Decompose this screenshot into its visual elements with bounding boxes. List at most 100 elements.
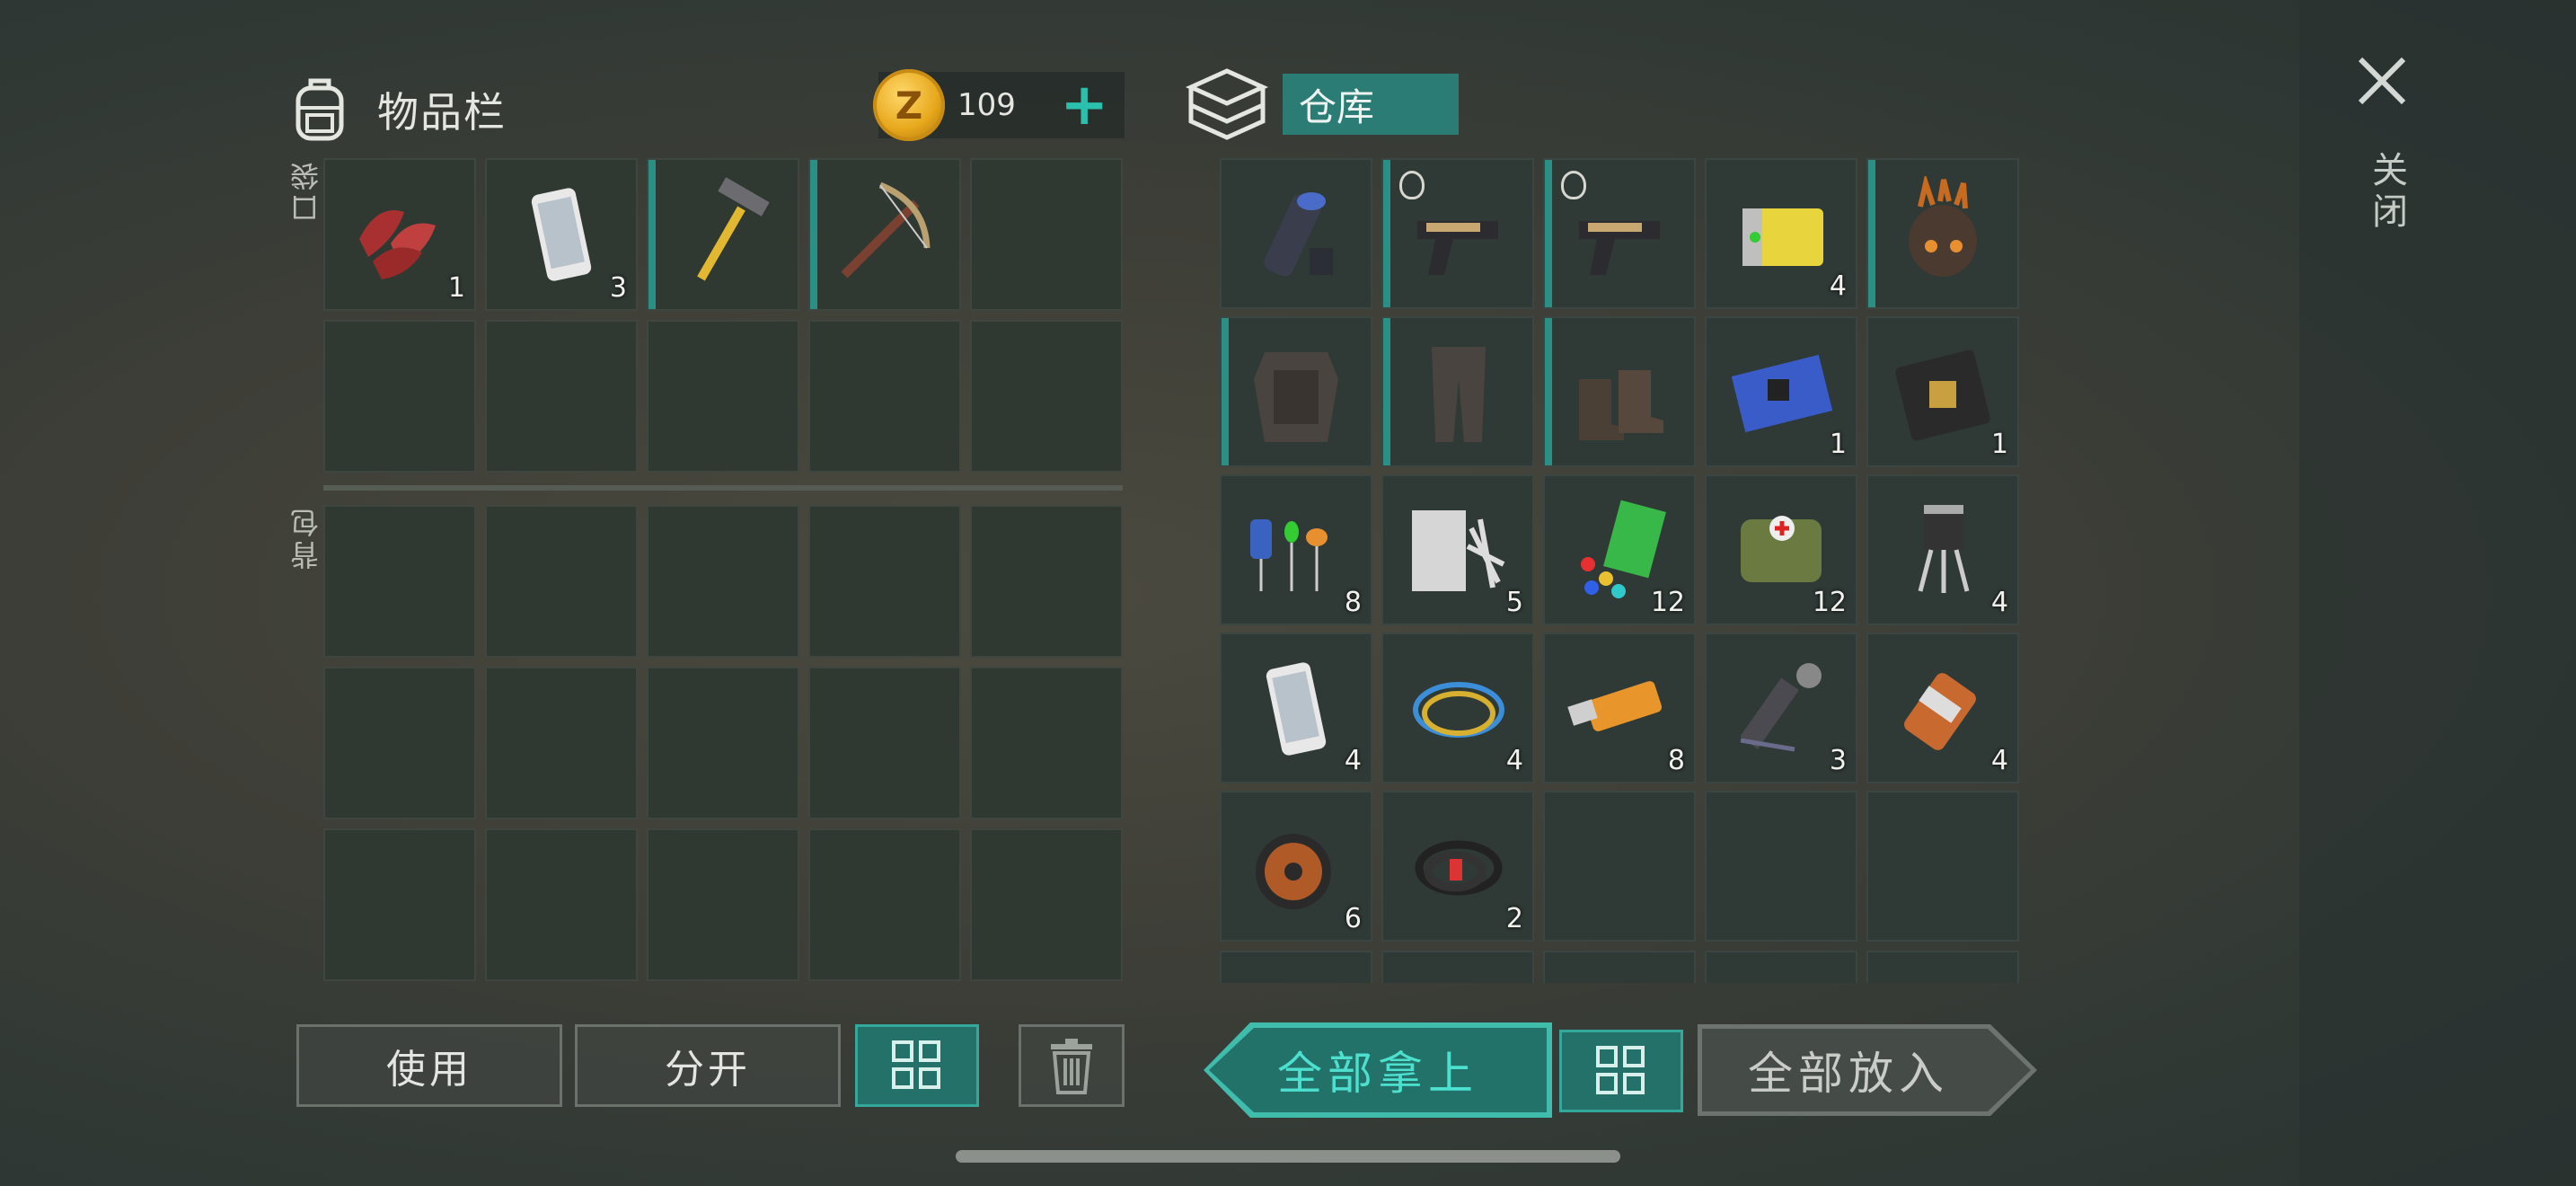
backpack-empty-slot[interactable] bbox=[323, 828, 476, 981]
section-divider bbox=[323, 485, 1123, 491]
item-quantity: 3 bbox=[1829, 745, 1847, 776]
pocket-empty-slot[interactable] bbox=[485, 320, 638, 473]
storage-slot-usb-drive[interactable]: 8 bbox=[1543, 633, 1696, 783]
backpack-empty-slot[interactable] bbox=[808, 828, 961, 981]
electric-motor-icon bbox=[1904, 673, 1976, 750]
backpack-grid bbox=[323, 505, 1123, 981]
use-button[interactable]: 使用 bbox=[296, 1024, 562, 1107]
storage-header: 仓库 bbox=[1184, 59, 1459, 149]
flashlight-icon bbox=[1264, 192, 1333, 277]
coin-balance: Z 109 + bbox=[873, 69, 1125, 141]
storage-slot-cable[interactable]: 2 bbox=[1381, 791, 1534, 942]
cloth-scraps-icon bbox=[1412, 510, 1505, 591]
smartphone-icon bbox=[531, 188, 592, 281]
storage-slot-first-aid-bag[interactable]: 12 bbox=[1705, 474, 1857, 625]
item-quantity: 12 bbox=[1812, 587, 1847, 618]
backpack-empty-slot[interactable] bbox=[808, 667, 961, 819]
pocket-empty-slot[interactable] bbox=[647, 320, 799, 473]
inventory-title: 物品栏 bbox=[377, 88, 507, 137]
storage-slot-battery[interactable]: 4 bbox=[1705, 158, 1857, 309]
backpack-empty-slot[interactable] bbox=[485, 505, 638, 658]
item-quantity: 4 bbox=[1990, 745, 2008, 776]
pocket-label: 口袋 bbox=[289, 158, 323, 223]
pocket-empty-slot[interactable] bbox=[323, 320, 476, 473]
item-quantity: 6 bbox=[1344, 903, 1362, 934]
storage-slot-flashlight[interactable] bbox=[1220, 158, 1372, 309]
usb-drive-icon bbox=[1567, 681, 1663, 731]
take-all-button[interactable]: 全部拿上 bbox=[1209, 1028, 1547, 1112]
storage-slot-circuit-board[interactable]: 1 bbox=[1705, 316, 1857, 467]
storage-slot-motor-tool[interactable]: 3 bbox=[1705, 633, 1857, 783]
pocket-empty-slot[interactable] bbox=[970, 320, 1123, 473]
pocket-slot-raw-meat[interactable]: 1 bbox=[323, 158, 476, 311]
battery-icon bbox=[1742, 208, 1823, 266]
raw-meat-icon bbox=[359, 210, 436, 279]
sort-storage-button[interactable] bbox=[1559, 1030, 1683, 1112]
pocket-empty-slot[interactable] bbox=[970, 158, 1123, 311]
smartphone-icon bbox=[1266, 662, 1327, 756]
coin-count: 109 bbox=[957, 87, 1016, 123]
pocket-slot-smartphone[interactable]: 3 bbox=[485, 158, 638, 311]
storage-slot-spiked-helmet[interactable] bbox=[1866, 158, 2019, 309]
home-indicator[interactable] bbox=[956, 1150, 1620, 1163]
storage-slot-capacitors[interactable]: 8 bbox=[1220, 474, 1372, 625]
storage-slot-smartphone[interactable]: 4 bbox=[1220, 633, 1372, 783]
storage-slot-pistol[interactable] bbox=[1381, 158, 1534, 309]
storage-box-icon bbox=[1185, 68, 1269, 140]
item-quantity: 4 bbox=[1829, 270, 1847, 302]
storage-next-row[interactable] bbox=[1220, 951, 2019, 983]
armor-vest-icon bbox=[1254, 352, 1338, 442]
storage-slot-controller-board[interactable]: 1 bbox=[1866, 316, 2019, 467]
storage-slot-armor-pants[interactable] bbox=[1381, 316, 1534, 467]
storage-slot-electric-motor[interactable]: 4 bbox=[1866, 633, 2019, 783]
storage-slot-pistol[interactable] bbox=[1543, 158, 1696, 309]
close-label[interactable]: 关闭 bbox=[2360, 151, 2413, 234]
sort-grid-icon bbox=[1596, 1046, 1645, 1094]
storage-slot-copper-coil[interactable]: 6 bbox=[1220, 791, 1372, 942]
backpack-empty-slot[interactable] bbox=[970, 505, 1123, 658]
storage-grid: 4 1 1 8 5 12 12 4 4 4 8 3 4 6 2 bbox=[1220, 158, 2019, 942]
backpack-empty-slot[interactable] bbox=[970, 828, 1123, 981]
add-coins-button[interactable]: + bbox=[1060, 76, 1108, 134]
spiked-helmet-icon bbox=[1909, 176, 1977, 277]
coin-icon: Z bbox=[873, 69, 945, 141]
trash-icon bbox=[1051, 1039, 1092, 1094]
backpack-empty-slot[interactable] bbox=[485, 828, 638, 981]
backpack-empty-slot[interactable] bbox=[323, 505, 476, 658]
item-quantity: 4 bbox=[1505, 745, 1523, 776]
hammer-icon bbox=[697, 177, 770, 281]
copper-coil-icon bbox=[1256, 834, 1331, 909]
split-button[interactable]: 分开 bbox=[575, 1024, 841, 1107]
pocket-grid: 13 bbox=[323, 158, 1123, 473]
pocket-slot-crossbow[interactable] bbox=[808, 158, 961, 311]
circuit-board-icon bbox=[1731, 354, 1833, 433]
item-quantity: 4 bbox=[1344, 745, 1362, 776]
put-all-button[interactable]: 全部放入 bbox=[1702, 1029, 2031, 1111]
backpack-empty-slot[interactable] bbox=[485, 667, 638, 819]
shield-lock-icon bbox=[1561, 171, 1586, 199]
backpack-empty-slot[interactable] bbox=[323, 667, 476, 819]
storage-slot-transistor[interactable]: 4 bbox=[1866, 474, 2019, 625]
storage-slot-armor-vest[interactable] bbox=[1220, 316, 1372, 467]
storage-slot-armor-boots[interactable] bbox=[1543, 316, 1696, 467]
backpack-empty-slot[interactable] bbox=[647, 667, 799, 819]
storage-slot-wires[interactable]: 4 bbox=[1381, 633, 1534, 783]
backpack-empty-slot[interactable] bbox=[647, 828, 799, 981]
backpack-empty-slot[interactable] bbox=[970, 667, 1123, 819]
trash-button[interactable] bbox=[1019, 1024, 1125, 1107]
backpack-empty-slot[interactable] bbox=[647, 505, 799, 658]
sort-inventory-button[interactable] bbox=[855, 1024, 979, 1107]
close-icon[interactable] bbox=[2355, 54, 2409, 108]
wires-icon bbox=[1413, 682, 1504, 738]
storage-slot-cloth-scraps[interactable]: 5 bbox=[1381, 474, 1534, 625]
inventory-header: 物品栏 bbox=[286, 65, 507, 155]
crossbow-icon bbox=[841, 181, 931, 279]
backpack-label: 背包 bbox=[289, 505, 323, 570]
storage-empty-slot[interactable] bbox=[1543, 791, 1696, 942]
storage-empty-slot[interactable] bbox=[1705, 791, 1857, 942]
backpack-empty-slot[interactable] bbox=[808, 505, 961, 658]
pocket-slot-hammer[interactable] bbox=[647, 158, 799, 311]
pocket-empty-slot[interactable] bbox=[808, 320, 961, 473]
storage-slot-plastic-parts[interactable]: 12 bbox=[1543, 474, 1696, 625]
storage-empty-slot[interactable] bbox=[1866, 791, 2019, 942]
